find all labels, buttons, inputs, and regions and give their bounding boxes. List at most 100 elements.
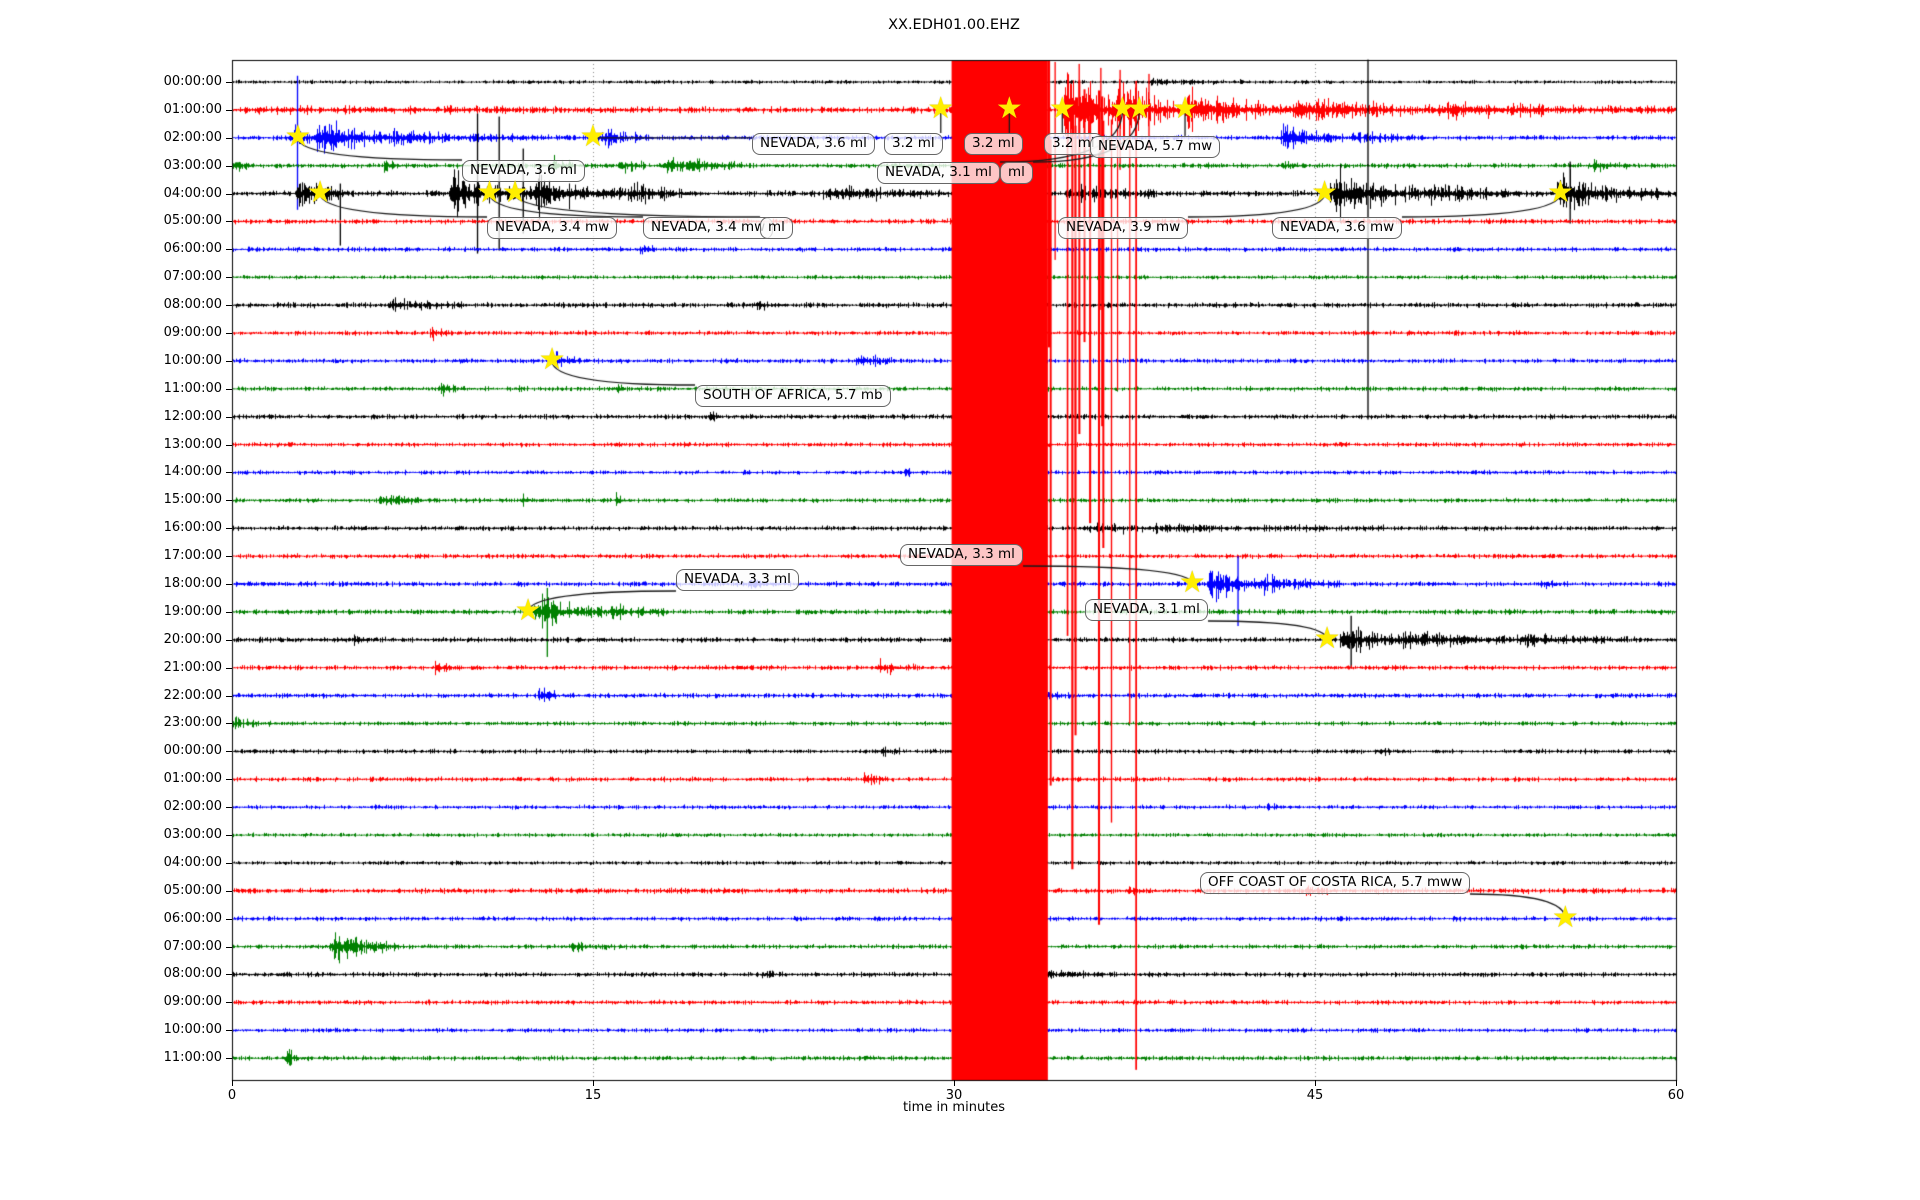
event-star-icon: ★ — [1048, 90, 1076, 126]
event-star-icon: ★ — [1313, 620, 1341, 656]
event-label: NEVADA, 3.1 ml — [1085, 599, 1208, 621]
event-star-icon: ★ — [1171, 90, 1199, 126]
x-tick-label: 45 — [1306, 1088, 1324, 1103]
event-star-icon: ★ — [995, 90, 1023, 126]
event-label: NEVADA, 3.4 mw — [643, 217, 774, 239]
y-tick-label: 12:00:00 — [163, 408, 222, 424]
y-tick-label: 11:00:00 — [163, 380, 222, 396]
y-tick-label: 22:00:00 — [163, 687, 222, 703]
y-tick-mark — [226, 137, 232, 139]
y-tick-mark — [226, 500, 232, 502]
y-tick-label: 19:00:00 — [163, 603, 222, 619]
y-tick-mark — [226, 695, 232, 697]
y-tick-label: 16:00:00 — [163, 520, 222, 536]
y-tick-label: 00:00:00 — [163, 743, 222, 759]
y-tick-label: 09:00:00 — [163, 325, 222, 340]
event-label: SOUTH OF AFRICA, 5.7 mb — [695, 385, 891, 407]
y-tick-mark — [226, 82, 232, 83]
y-tick-label: 17:00:00 — [163, 548, 222, 564]
event-star-icon: ★ — [501, 174, 529, 210]
y-tick-label: 08:00:00 — [163, 297, 222, 313]
event-label: NEVADA, 3.1 ml — [877, 162, 1000, 184]
y-tick-label: 15:00:00 — [163, 492, 222, 508]
y-tick-label: 07:00:00 — [163, 938, 222, 954]
y-tick-mark — [226, 751, 232, 753]
event-star-icon: ★ — [284, 118, 312, 154]
x-tick-label: 60 — [1667, 1088, 1685, 1103]
y-tick-label: 04:00:00 — [163, 185, 222, 201]
y-tick-mark — [226, 779, 232, 781]
event-label: 3.2 ml — [964, 133, 1023, 155]
y-tick-label: 02:00:00 — [163, 799, 222, 815]
y-tick-mark — [226, 193, 232, 195]
y-tick-mark — [226, 974, 232, 976]
event-label: NEVADA, 3.6 mw — [1272, 217, 1403, 239]
event-star-icon: ★ — [1125, 90, 1153, 126]
x-tick-mark — [1315, 1080, 1316, 1086]
x-tick-mark — [593, 1080, 594, 1086]
y-tick-label: 03:00:00 — [163, 157, 222, 173]
y-tick-mark — [226, 556, 232, 558]
y-tick-label: 10:00:00 — [163, 352, 222, 368]
y-tick-label: 06:00:00 — [163, 910, 222, 926]
event-star-icon: ★ — [579, 118, 607, 154]
x-tick-label: 15 — [584, 1088, 602, 1103]
y-tick-label: 05:00:00 — [163, 213, 222, 229]
y-tick-label: 03:00:00 — [163, 827, 222, 843]
y-tick-mark — [226, 165, 232, 167]
event-label: ml — [760, 217, 793, 239]
y-tick-label: 14:00:00 — [163, 464, 222, 480]
event-star-icon: ★ — [538, 341, 566, 377]
y-tick-mark — [226, 1030, 232, 1032]
y-tick-label: 02:00:00 — [163, 129, 222, 145]
event-star-icon: ★ — [1547, 174, 1574, 210]
y-tick-mark — [226, 807, 232, 809]
x-tick-label: 0 — [227, 1088, 237, 1103]
y-tick-label: 04:00:00 — [163, 854, 222, 870]
y-tick-mark — [226, 528, 232, 530]
y-tick-mark — [226, 221, 232, 223]
y-tick-label: 00:00:00 — [163, 74, 222, 89]
event-star-icon: ★ — [1551, 899, 1579, 935]
y-tick-mark — [226, 862, 232, 864]
event-star-icon: ★ — [514, 592, 542, 628]
y-tick-mark — [226, 388, 232, 390]
y-tick-mark — [226, 1058, 232, 1060]
y-tick-mark — [226, 109, 232, 111]
event-star-icon: ★ — [1311, 174, 1339, 210]
y-tick-label: 13:00:00 — [163, 436, 222, 452]
x-tick-mark — [954, 1080, 955, 1086]
y-tick-mark — [226, 1002, 232, 1004]
y-tick-label: 20:00:00 — [163, 631, 222, 647]
event-label: NEVADA, 3.3 ml — [900, 544, 1023, 566]
event-label: NEVADA, 3.9 mw — [1058, 217, 1189, 239]
y-tick-mark — [226, 277, 232, 279]
y-tick-mark — [226, 890, 232, 892]
event-label: NEVADA, 5.7 mw — [1090, 136, 1221, 158]
y-tick-mark — [226, 472, 232, 474]
y-tick-label: 10:00:00 — [163, 1022, 222, 1038]
y-tick-label: 06:00:00 — [163, 241, 222, 257]
y-tick-mark — [226, 333, 232, 334]
y-tick-mark — [226, 667, 232, 669]
x-tick-mark — [232, 1080, 233, 1086]
y-tick-label: 05:00:00 — [163, 882, 222, 898]
y-tick-label: 08:00:00 — [163, 966, 222, 982]
y-tick-label: 09:00:00 — [163, 994, 222, 1010]
y-tick-mark — [226, 305, 232, 307]
y-tick-mark — [226, 611, 232, 613]
y-tick-mark — [226, 835, 232, 837]
event-label: NEVADA, 3.6 ml — [752, 133, 875, 155]
y-tick-label: 11:00:00 — [163, 1050, 222, 1066]
y-tick-label: 18:00:00 — [163, 576, 222, 592]
y-tick-mark — [226, 918, 232, 920]
y-tick-label: 23:00:00 — [163, 715, 222, 731]
y-tick-mark — [226, 584, 232, 586]
event-star-icon: ★ — [306, 174, 334, 210]
y-tick-mark — [226, 416, 232, 418]
x-axis-label: time in minutes — [902, 1100, 1006, 1115]
chart-title: XX.EDH01.00.EHZ — [888, 17, 1020, 33]
y-tick-label: 01:00:00 — [163, 101, 222, 117]
y-tick-label: 01:00:00 — [163, 771, 222, 787]
x-tick-mark — [1676, 1080, 1677, 1086]
